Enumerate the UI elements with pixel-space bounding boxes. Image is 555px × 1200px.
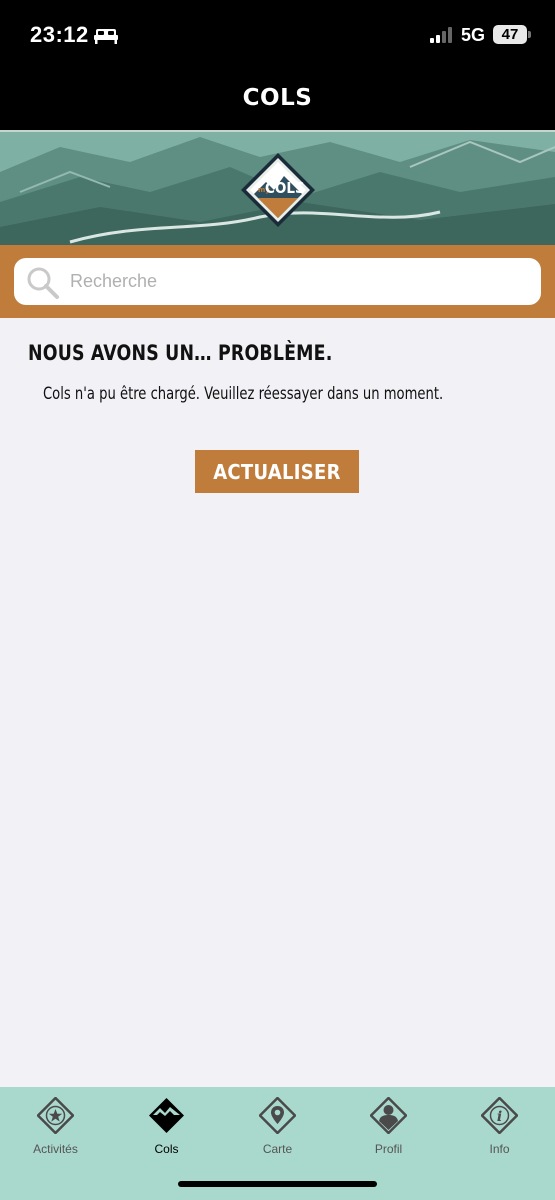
star-diamond-icon [37,1097,74,1134]
page-title: COLS [242,85,313,111]
tab-label: Activités [33,1142,78,1156]
svg-text:COLS: COLS [265,179,305,197]
tab-label: Carte [262,1142,293,1156]
tab-profil[interactable]: Profil [333,1087,444,1167]
top-bar: 23:12 5G 47 COLS [0,0,555,130]
error-message: Cols n'a pu être chargé. Veuillez réessa… [43,384,444,404]
tab-info[interactable]: i Info [444,1087,555,1167]
search-box[interactable] [14,258,541,305]
tab-label: Info [489,1142,510,1156]
battery-cap [528,31,531,38]
status-time: 23:12 [30,22,89,47]
map-pin-diamond-icon [259,1097,296,1134]
network-type: 5G [461,25,486,45]
sleep-icon [94,29,118,44]
tab-label: Profil [374,1142,403,1156]
tab-cols[interactable]: Cols [111,1087,222,1167]
mycols-logo: my COLS [241,153,315,227]
search-input[interactable] [70,258,520,305]
info-diamond-icon: i [481,1097,518,1134]
search-icon [27,267,59,299]
error-title: NOUS AVONS UN… PROBLÈME. [28,341,333,365]
person-diamond-icon [370,1097,407,1134]
tab-carte[interactable]: Carte [222,1087,333,1167]
battery-icon: 47 [493,25,527,44]
tab-activites[interactable]: Activités [0,1087,111,1167]
svg-text:i: i [497,1109,502,1125]
search-bar-area [0,245,555,318]
tab-label: Cols [154,1142,179,1156]
home-indicator [178,1181,377,1187]
signal-icon [430,27,452,43]
mountain-diamond-icon [149,1098,184,1133]
refresh-button[interactable]: ACTUALISER [195,450,359,493]
